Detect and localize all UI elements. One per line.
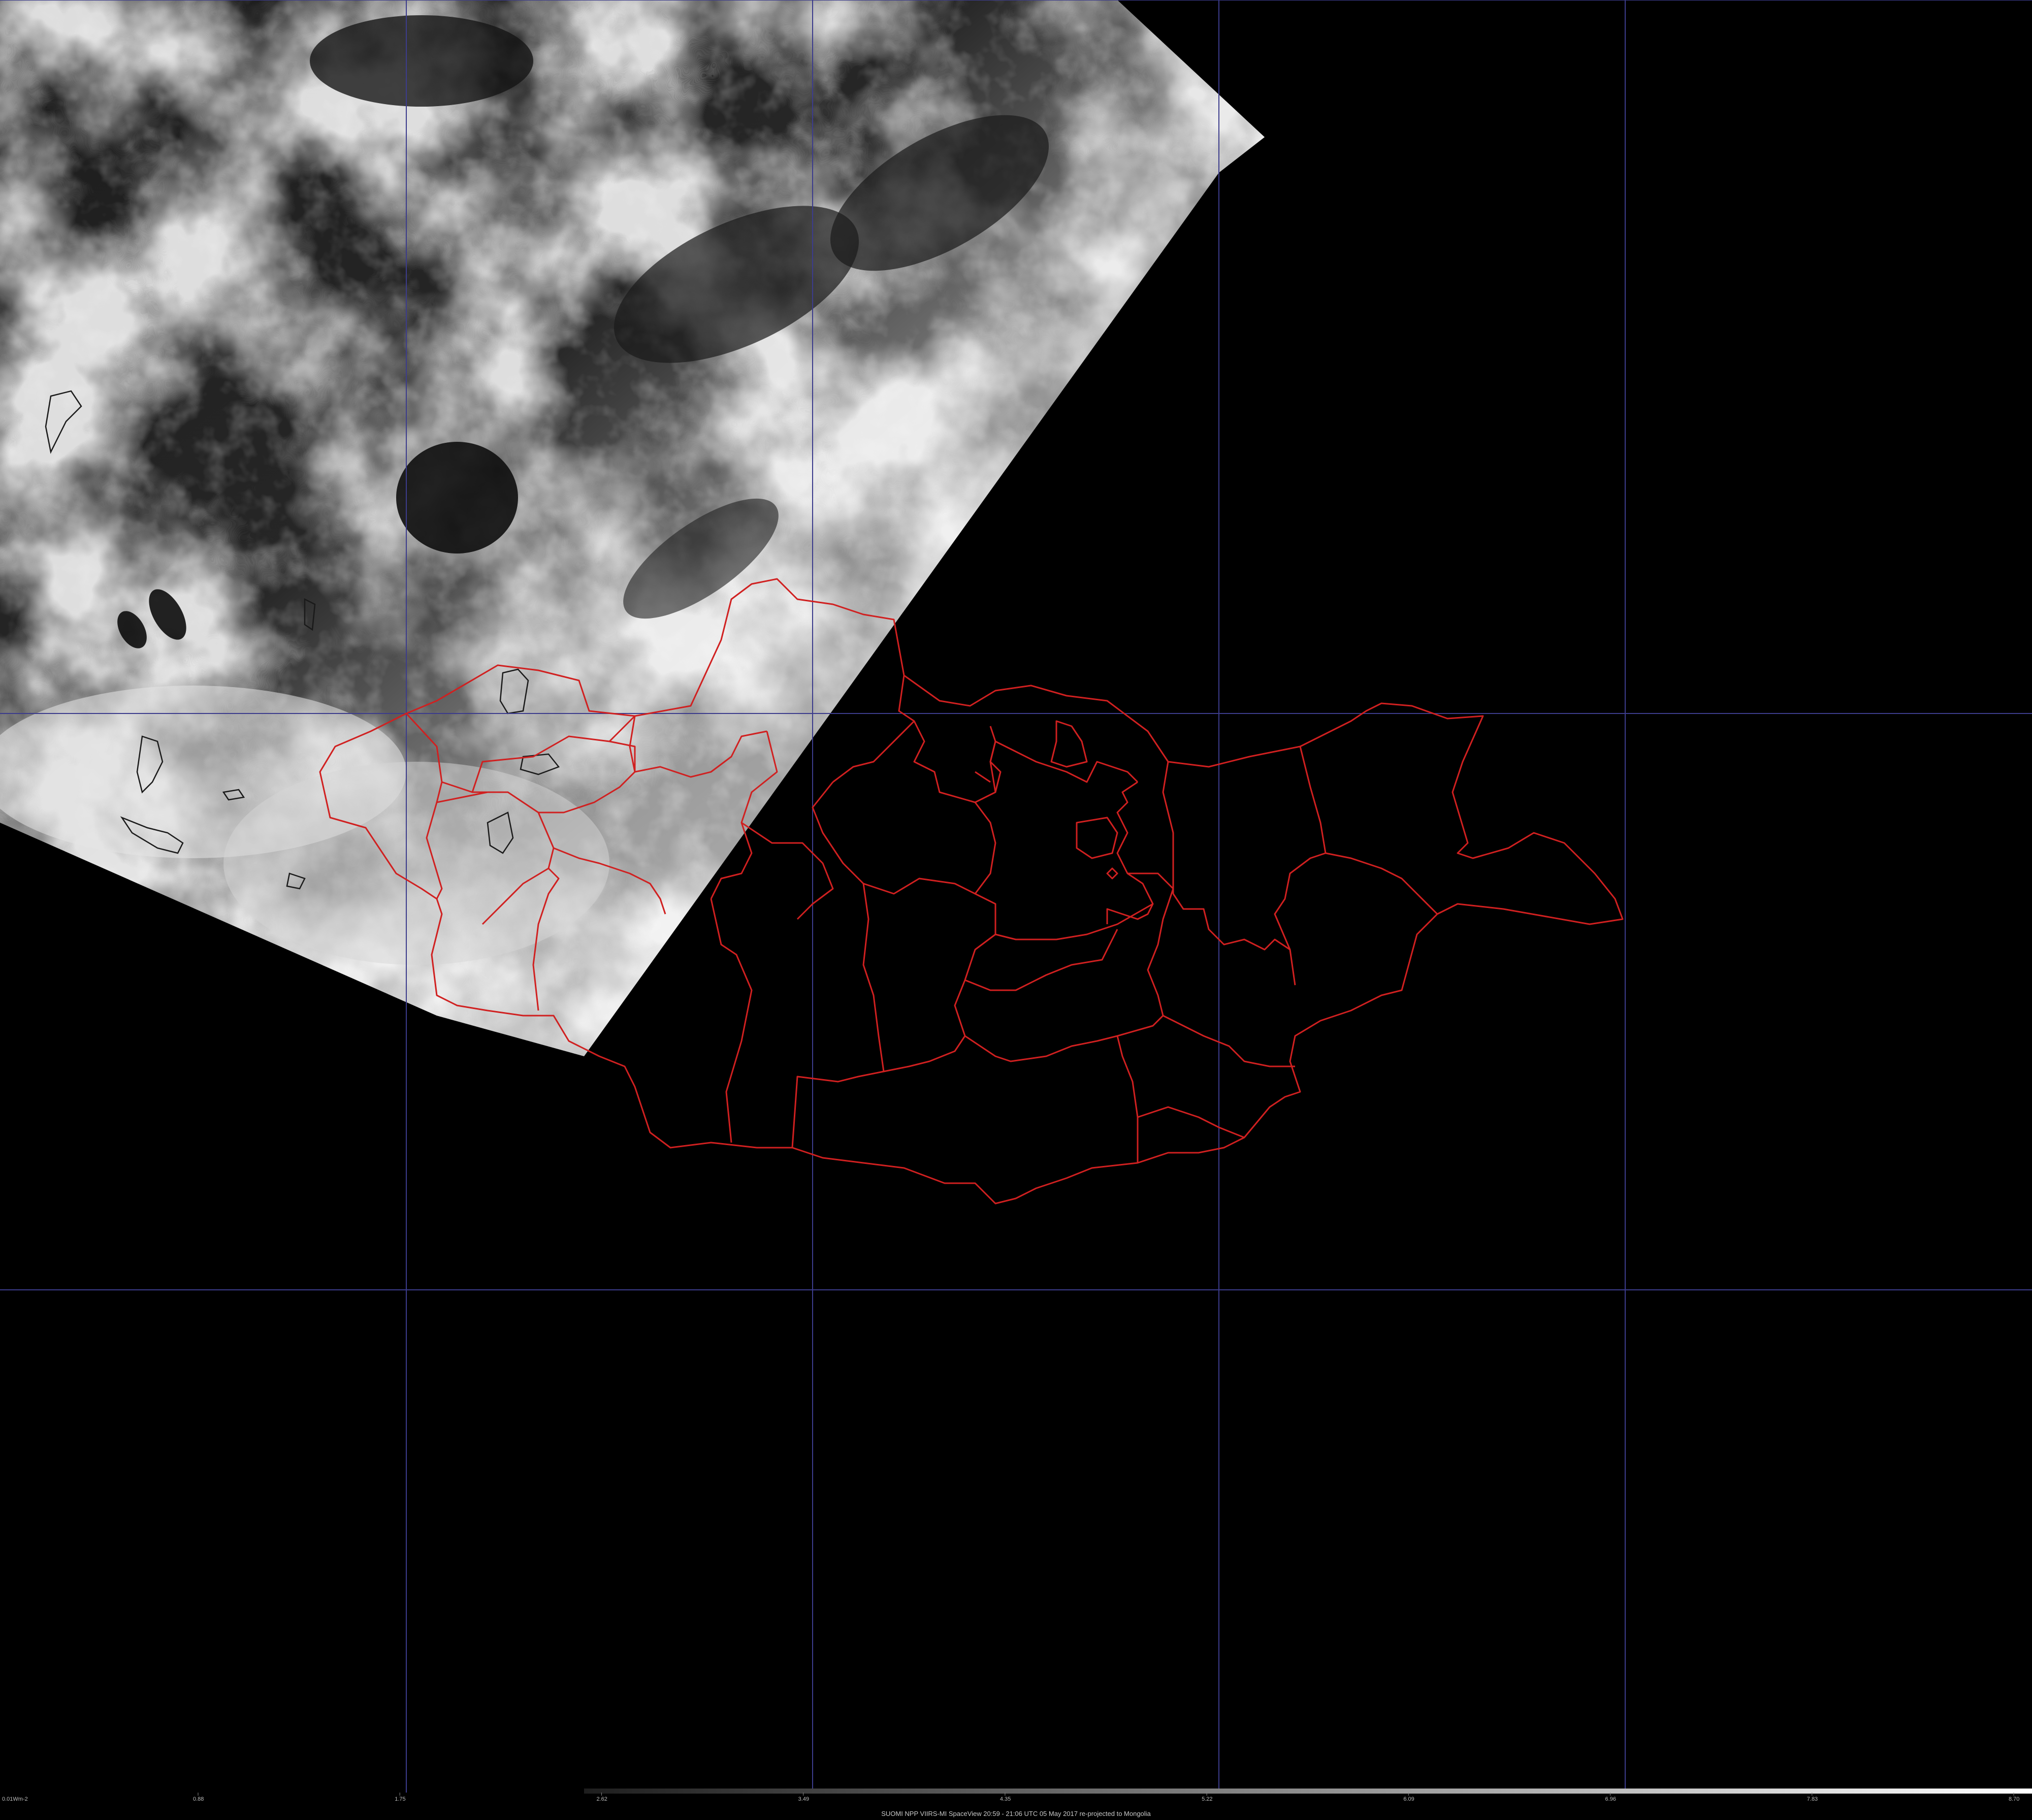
- colorbar-tick-label: 0.88: [193, 1796, 204, 1802]
- colorbar-tick-label: 1.75: [395, 1796, 406, 1802]
- colorbar-tick-label: 3.49: [798, 1796, 810, 1802]
- colorbar-tick-label: 4.35: [999, 1796, 1011, 1802]
- colorbar-tick-label: 6.96: [1605, 1796, 1616, 1802]
- colorbar-tick-label: 8.70: [2009, 1796, 2020, 1802]
- colorbar-tick-label: 2.62: [596, 1796, 607, 1802]
- map-canvas: [0, 0, 2032, 1820]
- colorbar-tick-label: 6.09: [1403, 1796, 1414, 1802]
- colorbar-tick-label: 7.83: [1807, 1796, 1818, 1802]
- colorbar-gradient: [584, 1789, 2032, 1794]
- image-caption: SUOMI NPP VIIRS-MI SpaceView 20:59 - 21:…: [881, 1810, 1151, 1817]
- colorbar-tick-label: 5.22: [1202, 1796, 1213, 1802]
- colorbar-unit-label: 0.01Wm-2: [2, 1796, 28, 1802]
